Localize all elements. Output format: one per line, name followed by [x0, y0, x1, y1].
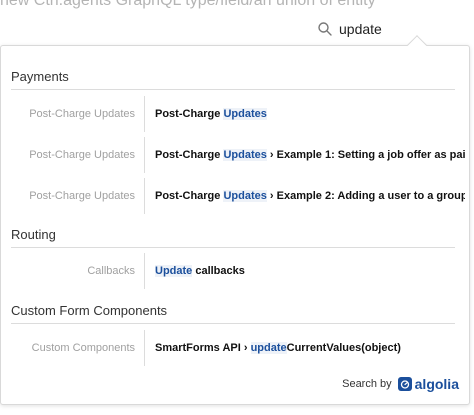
result-text: › Example 2: Adding a user to a group: [266, 190, 465, 202]
result-title: SmartForms API › updateCurrentValues(obj…: [155, 330, 465, 366]
result-highlight: Updates: [223, 108, 267, 120]
result-title: Post-Charge Updates › Example 2: Adding …: [155, 178, 465, 214]
result-text: SmartForms API ›: [155, 342, 251, 354]
result-section-label: Post-Charge Updates: [29, 149, 135, 161]
result-text: CurrentValues(object): [286, 342, 401, 354]
search-box[interactable]: [315, 17, 465, 41]
search-icon: [318, 22, 332, 36]
result-section-label: Post-Charge Updates: [29, 190, 135, 202]
result-row[interactable]: Post-Charge Updates Post-Charge Updates: [1, 96, 471, 132]
row-divider: [144, 330, 145, 366]
result-highlight: Updates: [223, 149, 267, 161]
row-divider: [144, 178, 145, 214]
search-results-dropdown: Payments Post-Charge Updates Post-Charge…: [0, 35, 471, 405]
result-row[interactable]: Post-Charge Updates Post-Charge Updates …: [1, 178, 471, 214]
result-title: Post-Charge Updates: [155, 96, 465, 132]
result-text: Post-Charge: [155, 149, 224, 161]
result-row[interactable]: Post-Charge Updates Post-Charge Updates …: [1, 137, 471, 173]
result-highlight: Updates: [223, 190, 267, 202]
search-input[interactable]: [339, 21, 449, 37]
result-row[interactable]: Custom Components SmartForms API › updat…: [1, 330, 471, 366]
row-divider: [144, 96, 145, 132]
category-header-custom-form-components: Custom Form Components: [11, 298, 455, 324]
search-by-label: Search by: [342, 378, 392, 390]
result-title: Update callbacks: [155, 253, 465, 289]
result-section-label: Callbacks: [87, 265, 135, 277]
algolia-logo-icon: [397, 377, 412, 391]
result-text: Post-Charge: [155, 108, 224, 120]
result-text: Post-Charge: [155, 190, 224, 202]
result-text: callbacks: [192, 265, 245, 277]
result-row[interactable]: Callbacks Update callbacks: [1, 253, 471, 289]
result-section-label: Custom Components: [31, 342, 135, 354]
result-text: › Example 1: Setting a job offer as paid: [266, 149, 465, 161]
result-section-label: Post-Charge Updates: [29, 108, 135, 120]
result-title: Post-Charge Updates › Example 1: Setting…: [155, 137, 465, 173]
search-by-algolia[interactable]: Search by algolia: [342, 376, 459, 392]
category-header-routing: Routing: [11, 222, 455, 248]
row-divider: [144, 137, 145, 173]
category-header-payments: Payments: [11, 64, 455, 90]
result-highlight: Update: [155, 265, 193, 277]
result-highlight: update: [250, 342, 287, 354]
row-divider: [144, 253, 145, 289]
algolia-brand-text: algolia: [414, 376, 459, 392]
